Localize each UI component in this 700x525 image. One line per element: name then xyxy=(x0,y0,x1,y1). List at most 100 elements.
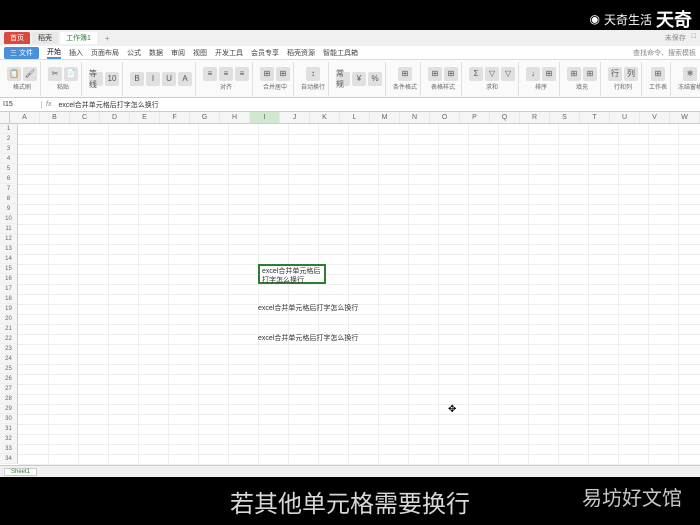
ribbon-icon[interactable]: ⊞ xyxy=(276,67,290,81)
ribbon-icon[interactable]: 等线 xyxy=(89,72,103,86)
column-header[interactable]: T xyxy=(580,112,610,123)
row-header[interactable]: 1 xyxy=(0,124,18,134)
row-header[interactable]: 4 xyxy=(0,154,18,164)
ribbon-icon[interactable]: ≡ xyxy=(219,67,233,81)
column-header[interactable]: L xyxy=(340,112,370,123)
ribbon-icon[interactable]: ⊞ xyxy=(444,67,458,81)
menu-member[interactable]: 会员专享 xyxy=(251,48,279,58)
row-header[interactable]: 14 xyxy=(0,254,18,264)
menu-start[interactable]: 开始 xyxy=(47,47,61,59)
ribbon-icon[interactable]: 🖌 xyxy=(23,67,37,81)
column-header[interactable]: P xyxy=(460,112,490,123)
row-header[interactable]: 33 xyxy=(0,444,18,454)
tab-docer[interactable]: 稻壳 xyxy=(32,32,58,44)
ribbon-icon[interactable]: % xyxy=(368,72,382,86)
cell-text[interactable]: excel合并单元格后打字怎么换行 xyxy=(258,304,358,314)
ribbon-icon[interactable]: ❄ xyxy=(683,67,697,81)
ribbon-icon[interactable]: ¥ xyxy=(352,72,366,86)
ribbon-icon[interactable]: ✂ xyxy=(48,67,62,81)
row-header[interactable]: 5 xyxy=(0,164,18,174)
select-all[interactable] xyxy=(0,112,10,123)
row-header[interactable]: 12 xyxy=(0,234,18,244)
column-header[interactable]: Q xyxy=(490,112,520,123)
menu-dev[interactable]: 开发工具 xyxy=(215,48,243,58)
tab-home[interactable]: 首页 xyxy=(4,32,30,44)
row-header[interactable]: 18 xyxy=(0,294,18,304)
column-header[interactable]: D xyxy=(100,112,130,123)
column-header[interactable]: N xyxy=(400,112,430,123)
ribbon-icon[interactable]: ▽ xyxy=(501,67,515,81)
row-header[interactable]: 23 xyxy=(0,344,18,354)
menu-review[interactable]: 审阅 xyxy=(171,48,185,58)
menu-insert[interactable]: 插入 xyxy=(69,48,83,58)
ribbon-icon[interactable]: I xyxy=(146,72,160,86)
row-header[interactable]: 34 xyxy=(0,454,18,464)
ribbon-icon[interactable]: ↓ xyxy=(526,67,540,81)
menu-view[interactable]: 视图 xyxy=(193,48,207,58)
column-header[interactable]: I xyxy=(250,112,280,123)
search-box[interactable]: 查找命令、搜索模板 xyxy=(633,48,696,58)
menu-docer[interactable]: 稻壳资源 xyxy=(287,48,315,58)
row-header[interactable]: 16 xyxy=(0,274,18,284)
column-header[interactable]: W xyxy=(670,112,700,123)
row-header[interactable]: 17 xyxy=(0,284,18,294)
column-header[interactable]: S xyxy=(550,112,580,123)
ribbon-icon[interactable]: 📄 xyxy=(64,67,78,81)
row-header[interactable]: 6 xyxy=(0,174,18,184)
row-header[interactable]: 30 xyxy=(0,414,18,424)
ribbon-icon[interactable]: ⊞ xyxy=(260,67,274,81)
row-header[interactable]: 3 xyxy=(0,144,18,154)
column-header[interactable]: K xyxy=(310,112,340,123)
row-header[interactable]: 25 xyxy=(0,364,18,374)
column-header[interactable]: F xyxy=(160,112,190,123)
row-header[interactable]: 26 xyxy=(0,374,18,384)
row-header[interactable]: 13 xyxy=(0,244,18,254)
row-header[interactable]: 28 xyxy=(0,394,18,404)
column-header[interactable]: A xyxy=(10,112,40,123)
ribbon-icon[interactable]: 行 xyxy=(608,67,622,81)
row-header[interactable]: 9 xyxy=(0,204,18,214)
row-header[interactable]: 10 xyxy=(0,214,18,224)
new-tab-button[interactable]: + xyxy=(99,33,116,44)
column-header[interactable]: V xyxy=(640,112,670,123)
column-header[interactable]: B xyxy=(40,112,70,123)
ribbon-icon[interactable]: 10 xyxy=(105,72,119,86)
row-header[interactable]: 7 xyxy=(0,184,18,194)
ribbon-icon[interactable]: B xyxy=(130,72,144,86)
grid-body[interactable]: excel合并单元格后 打字怎么换行excel合并单元格后打字怎么换行excel… xyxy=(0,124,700,465)
ribbon-icon[interactable]: ▽ xyxy=(485,67,499,81)
row-header[interactable]: 20 xyxy=(0,314,18,324)
row-header[interactable]: 27 xyxy=(0,384,18,394)
row-header[interactable]: 32 xyxy=(0,434,18,444)
menu-smart[interactable]: 智能工具箱 xyxy=(323,48,358,58)
column-header[interactable]: O xyxy=(430,112,460,123)
column-header[interactable]: G xyxy=(190,112,220,123)
ribbon-icon[interactable]: ↕ xyxy=(306,67,320,81)
ribbon-icon[interactable]: ⊞ xyxy=(651,67,665,81)
window-control[interactable]: □ xyxy=(692,33,696,43)
column-header[interactable]: H xyxy=(220,112,250,123)
row-header[interactable]: 15 xyxy=(0,264,18,274)
sheet-tab[interactable]: Sheet1 xyxy=(4,468,37,476)
formula-input[interactable]: excel合并单元格后打字怎么换行 xyxy=(55,100,700,110)
ribbon-icon[interactable]: 列 xyxy=(624,67,638,81)
menu-layout[interactable]: 页面布局 xyxy=(91,48,119,58)
ribbon-icon[interactable]: ⊞ xyxy=(428,67,442,81)
ribbon-icon[interactable]: ⊞ xyxy=(542,67,556,81)
tab-workbook[interactable]: 工作簿1 xyxy=(60,32,97,44)
menu-data[interactable]: 数据 xyxy=(149,48,163,58)
active-merged-cell[interactable]: excel合并单元格后 打字怎么换行 xyxy=(258,264,326,284)
row-header[interactable]: 21 xyxy=(0,324,18,334)
ribbon-icon[interactable]: 常规 xyxy=(336,72,350,86)
ribbon-icon[interactable]: ≡ xyxy=(203,67,217,81)
column-header[interactable]: E xyxy=(130,112,160,123)
name-box[interactable]: I15 xyxy=(0,101,42,108)
file-menu[interactable]: 三 文件 xyxy=(4,47,39,59)
ribbon-icon[interactable]: U xyxy=(162,72,176,86)
ribbon-icon[interactable]: ⊞ xyxy=(567,67,581,81)
ribbon-icon[interactable]: Σ xyxy=(469,67,483,81)
menu-formula[interactable]: 公式 xyxy=(127,48,141,58)
row-header[interactable]: 29 xyxy=(0,404,18,414)
column-header[interactable]: R xyxy=(520,112,550,123)
row-header[interactable]: 22 xyxy=(0,334,18,344)
